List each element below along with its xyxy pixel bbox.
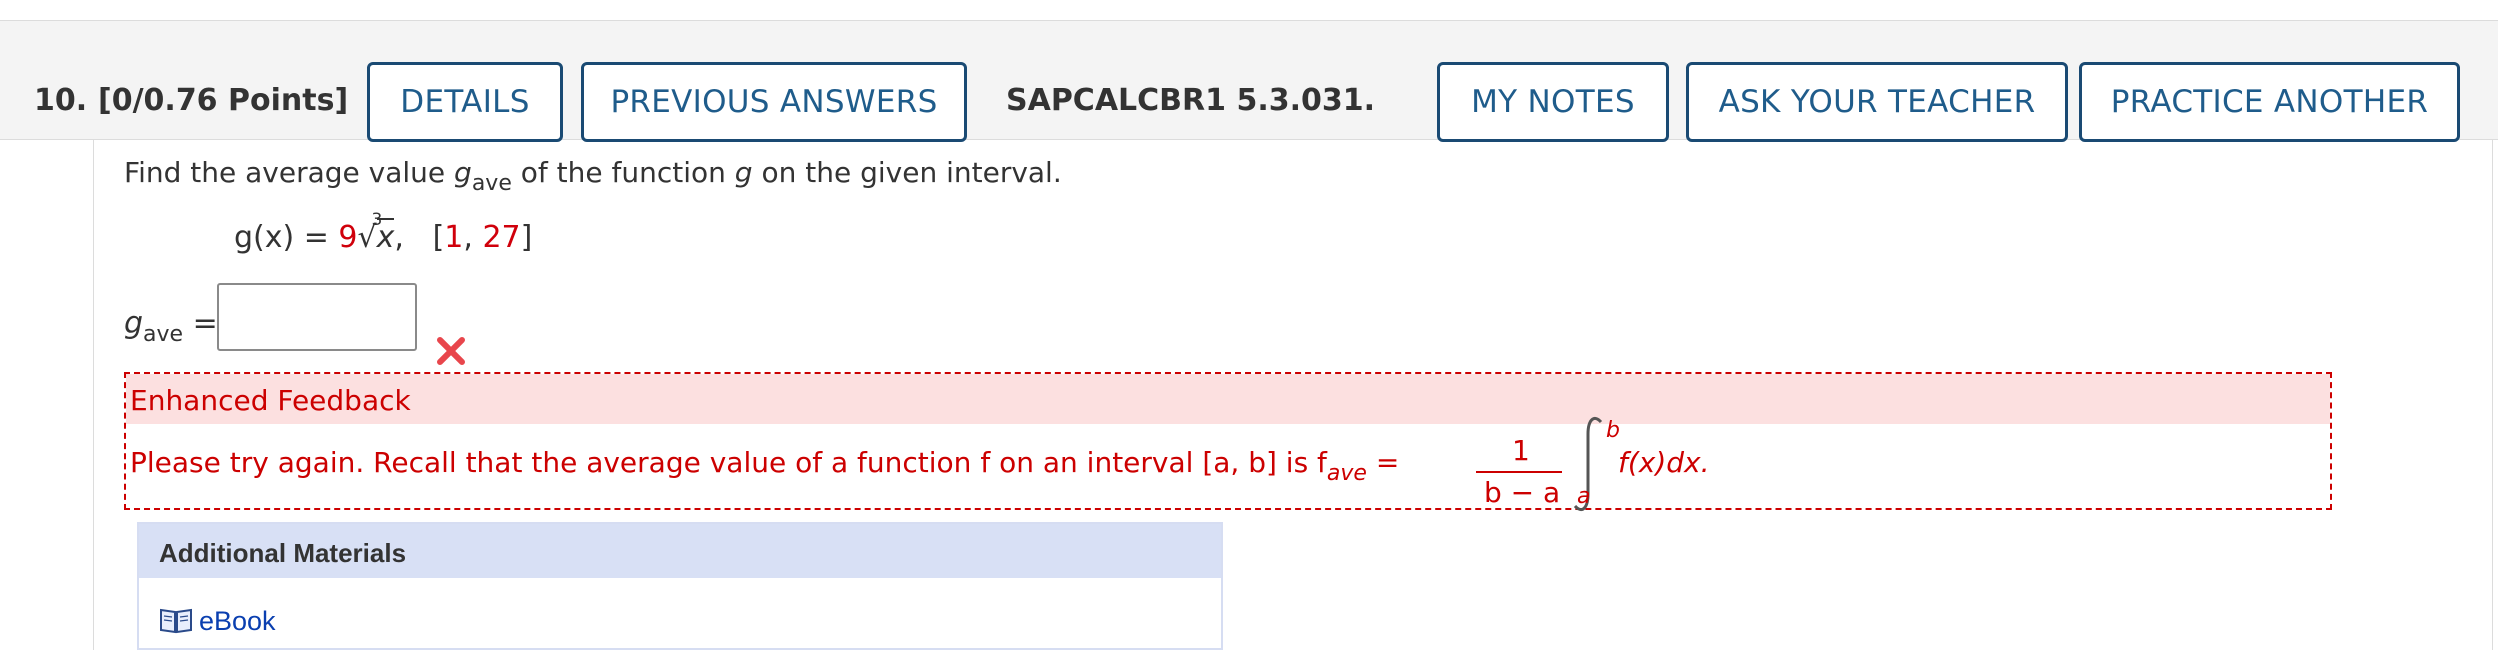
- cube-root: 3 √x: [357, 210, 395, 255]
- my-notes-button[interactable]: MY NOTES: [1437, 62, 1669, 142]
- function-formula: g(x) = 9 3 √x, [1, 27]: [234, 210, 533, 255]
- enhanced-feedback-box: Enhanced Feedback Please try again. Reca…: [124, 372, 2332, 511]
- previous-answers-button[interactable]: PREVIOUS ANSWERS: [581, 62, 967, 142]
- points-score: [0/0.76 Points]: [98, 83, 349, 118]
- practice-another-button[interactable]: PRACTICE ANOTHER: [2079, 62, 2460, 142]
- materials-title: Additional Materials: [159, 538, 407, 568]
- question-number: 10.: [34, 83, 88, 118]
- integral-lower-bound: a: [1577, 484, 1591, 509]
- book-icon[interactable]: [159, 606, 193, 634]
- answer-input[interactable]: [217, 283, 417, 351]
- answer-label: gave =: [124, 306, 218, 347]
- problem-code: SAPCALCBR1 5.3.031.: [1006, 83, 1376, 118]
- ask-your-teacher-button[interactable]: ASK YOUR TEACHER: [1686, 62, 2068, 142]
- formula-coefficient: 9: [338, 220, 358, 255]
- feedback-message: Please try again. Recall that the averag…: [130, 446, 1400, 486]
- interval-end: 27: [482, 220, 521, 255]
- question-prompt: Find the average value gave of the funct…: [124, 156, 1062, 196]
- materials-header: Additional Materials: [139, 524, 1221, 578]
- integrand: f(x)dx.: [1618, 446, 1710, 479]
- interval-start: 1: [444, 220, 464, 255]
- details-button[interactable]: DETAILS: [367, 62, 563, 142]
- feedback-header: Enhanced Feedback: [126, 374, 2330, 424]
- question-header: 10. [0/0.76 Points] DETAILS PREVIOUS ANS…: [0, 20, 2498, 142]
- incorrect-x-icon: [437, 337, 465, 365]
- feedback-title: Enhanced Feedback: [130, 384, 411, 417]
- integral-upper-bound: b: [1606, 418, 1620, 443]
- additional-materials-panel: Additional Materials eBook: [137, 522, 1223, 650]
- ebook-link[interactable]: eBook: [199, 606, 276, 637]
- average-value-fraction: 1 b − a: [1476, 434, 1566, 509]
